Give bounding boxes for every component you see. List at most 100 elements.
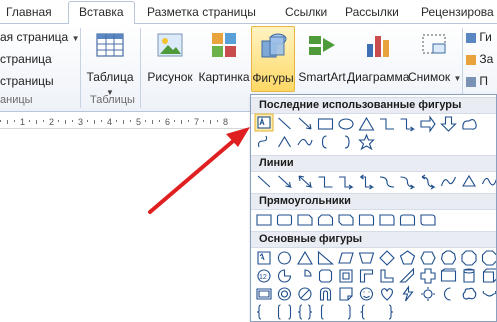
- octagon-shape[interactable]: [461, 250, 477, 266]
- decagon-shape[interactable]: [481, 250, 497, 266]
- moon-shape[interactable]: [443, 287, 451, 301]
- picture-button[interactable]: Рисунок: [143, 26, 197, 92]
- round-diagonal-rectangle-shape[interactable]: [420, 214, 436, 226]
- oval-shape[interactable]: [338, 118, 354, 130]
- right-bracket-shape[interactable]: [347, 304, 351, 320]
- left-brace-shape[interactable]: [256, 304, 262, 320]
- half-frame-shape[interactable]: [359, 269, 374, 283]
- no-symbol-shape[interactable]: [298, 287, 312, 301]
- snip-round-rectangle-shape[interactable]: [358, 214, 375, 226]
- elbow-arrow-connector-shape[interactable]: [400, 118, 416, 132]
- block-arc-shape[interactable]: [319, 287, 332, 301]
- pie-shape[interactable]: [277, 269, 292, 283]
- right-triangle-shape[interactable]: [317, 250, 334, 265]
- double-bracket-shape[interactable]: [277, 304, 292, 320]
- folded-corner-shape[interactable]: [339, 287, 353, 301]
- curve-shape[interactable]: [440, 176, 457, 187]
- hexagon-shape[interactable]: [420, 251, 436, 265]
- horizontal-ruler[interactable]: 1 2 3 4 5 6 7 8: [0, 113, 250, 129]
- cross-shape[interactable]: [420, 268, 436, 284]
- teardrop-shape[interactable]: [318, 269, 333, 283]
- heptagon-shape[interactable]: [440, 250, 457, 265]
- sun-shape[interactable]: [421, 287, 435, 301]
- rectangle-shape[interactable]: [317, 118, 334, 130]
- smiley-face-shape[interactable]: [359, 287, 373, 301]
- left-brace-shape[interactable]: [360, 304, 365, 320]
- arc-shape[interactable]: [482, 290, 496, 297]
- donut-shape[interactable]: [277, 287, 291, 301]
- hyperlink-button[interactable]: Ги: [466, 30, 492, 44]
- snip-corner-rectangle-shape[interactable]: [297, 214, 313, 226]
- down-arrow-shape[interactable]: [440, 116, 457, 132]
- round-one-corner-rectangle-shape[interactable]: [379, 214, 395, 226]
- left-bracket-shape[interactable]: [320, 304, 324, 320]
- arrow-line-shape[interactable]: [278, 175, 293, 188]
- elbow-connector-shape[interactable]: [318, 176, 333, 188]
- snip-same-side-rectangle-shape[interactable]: [317, 214, 334, 226]
- blank-page-button[interactable]: страница: [0, 52, 52, 66]
- triangle-shape[interactable]: [297, 250, 313, 265]
- diagonal-stripe-shape[interactable]: [399, 267, 415, 283]
- plaque-shape[interactable]: [440, 268, 457, 282]
- cover-page-button[interactable]: ая страница ▼: [0, 30, 80, 44]
- parallelogram-shape[interactable]: [338, 252, 354, 264]
- arrow-line-shape[interactable]: [298, 117, 312, 130]
- chart-button[interactable]: Диаграмма: [347, 26, 409, 92]
- cloud-callout-shape[interactable]: [462, 119, 477, 130]
- can-shape[interactable]: [463, 268, 475, 283]
- tab-insert[interactable]: Вставка: [68, 1, 135, 25]
- scribble-shape[interactable]: [297, 138, 313, 146]
- screenshot-button[interactable]: Снимок ▼: [408, 26, 461, 92]
- lightning-bolt-shape[interactable]: [402, 285, 414, 302]
- bevel-shape[interactable]: [256, 288, 272, 300]
- trapezoid-shape[interactable]: [358, 252, 375, 264]
- frame-shape[interactable]: [339, 269, 353, 283]
- right-brace-shape[interactable]: [388, 304, 394, 320]
- tab-mailings[interactable]: Рассылки: [345, 4, 399, 24]
- star-shape[interactable]: [358, 133, 375, 151]
- double-arrow-line-shape[interactable]: [298, 175, 313, 188]
- right-bracket-shape[interactable]: [344, 135, 350, 149]
- curved-arrow-connector-shape[interactable]: [400, 176, 416, 190]
- elbow-connector-shape[interactable]: [380, 118, 394, 130]
- document-canvas[interactable]: [0, 130, 250, 322]
- snip-diagonal-rectangle-shape[interactable]: [338, 214, 354, 226]
- scribble-shape[interactable]: [481, 177, 497, 186]
- curved-double-arrow-connector-shape[interactable]: [421, 174, 436, 190]
- rounded-rectangle-shape[interactable]: [276, 214, 293, 226]
- tab-review[interactable]: Рецензирова: [421, 4, 494, 24]
- page-break-button[interactable]: страницы: [0, 74, 54, 88]
- round-same-side-rectangle-shape[interactable]: [399, 214, 416, 226]
- chord-shape[interactable]: [304, 269, 312, 277]
- bookmark-button[interactable]: За: [466, 52, 493, 66]
- diamond-shape[interactable]: [379, 250, 395, 266]
- table-button[interactable]: Таблица ▼: [84, 26, 136, 97]
- tab-references[interactable]: Ссылки: [285, 4, 327, 24]
- curved-connector-shape[interactable]: [379, 176, 395, 188]
- elbow-double-arrow-connector-shape[interactable]: [360, 174, 375, 190]
- line-shape[interactable]: [257, 175, 271, 188]
- pentagon-shape[interactable]: [399, 250, 416, 265]
- right-arrow-shape[interactable]: [420, 115, 436, 133]
- text-box-shape[interactable]: [257, 116, 271, 129]
- tab-home[interactable]: Главная: [6, 4, 52, 24]
- cloud-shape[interactable]: [462, 287, 477, 300]
- rectangle-shape[interactable]: [256, 214, 272, 226]
- elbow-arrow-connector-shape[interactable]: [339, 176, 354, 190]
- oval-shape[interactable]: [277, 251, 291, 265]
- freeform-shape[interactable]: [462, 174, 476, 187]
- clipart-button[interactable]: Картинка: [196, 26, 252, 92]
- heart-shape[interactable]: [381, 288, 393, 301]
- line-shape[interactable]: [278, 117, 291, 130]
- cube-shape[interactable]: [482, 268, 497, 283]
- freeform-shape[interactable]: [278, 135, 291, 148]
- smartart-button[interactable]: SmartArt: [296, 26, 348, 92]
- left-bracket-shape[interactable]: [321, 135, 327, 149]
- curve-shape[interactable]: [257, 135, 268, 148]
- tab-page-layout[interactable]: Разметка страницы: [147, 4, 256, 24]
- text-box-shape[interactable]: [257, 251, 271, 265]
- shapes-button[interactable]: Фигуры: [251, 26, 295, 92]
- double-brace-shape[interactable]: [297, 304, 313, 320]
- l-shape[interactable]: [380, 269, 394, 283]
- triangle-shape[interactable]: [358, 116, 375, 131]
